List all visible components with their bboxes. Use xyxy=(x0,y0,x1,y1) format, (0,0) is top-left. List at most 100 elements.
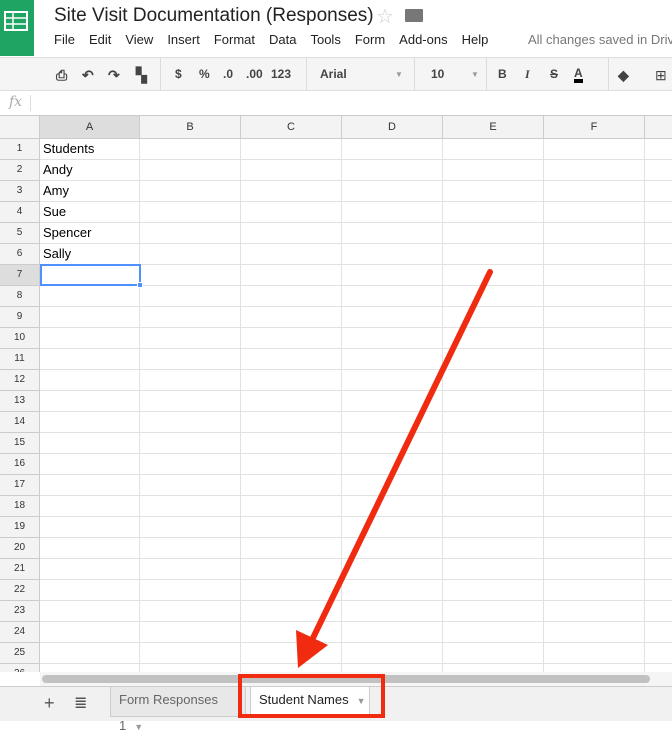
row-header[interactable]: 3 xyxy=(0,181,40,202)
cell[interactable] xyxy=(443,412,544,433)
cell[interactable] xyxy=(544,328,645,349)
cell[interactable] xyxy=(40,328,140,349)
cell[interactable] xyxy=(241,286,342,307)
cell[interactable] xyxy=(645,559,672,580)
menu-insert[interactable]: Insert xyxy=(167,32,200,47)
cell[interactable] xyxy=(544,412,645,433)
cell[interactable] xyxy=(443,454,544,475)
cell[interactable] xyxy=(140,391,241,412)
cell[interactable] xyxy=(342,517,443,538)
cell[interactable] xyxy=(342,664,443,672)
menu-help[interactable]: Help xyxy=(462,32,489,47)
cell[interactable] xyxy=(544,622,645,643)
number-format-button[interactable]: 123 xyxy=(271,67,291,81)
cell[interactable] xyxy=(443,433,544,454)
cell[interactable] xyxy=(140,181,241,202)
cell[interactable] xyxy=(544,559,645,580)
cell[interactable] xyxy=(544,265,645,286)
cell[interactable] xyxy=(342,202,443,223)
all-sheets-icon[interactable]: ≣ xyxy=(74,693,87,713)
cell[interactable] xyxy=(443,517,544,538)
print-icon[interactable]: ⎙ xyxy=(56,67,67,84)
column-header-c[interactable]: C xyxy=(241,116,342,139)
cell[interactable] xyxy=(140,580,241,601)
cell[interactable] xyxy=(443,307,544,328)
cell[interactable] xyxy=(140,307,241,328)
cell[interactable] xyxy=(241,475,342,496)
cell[interactable] xyxy=(544,475,645,496)
cell[interactable] xyxy=(443,601,544,622)
italic-button[interactable]: I xyxy=(525,67,530,82)
chevron-down-icon[interactable]: ▼ xyxy=(471,70,479,79)
cell[interactable] xyxy=(544,454,645,475)
cell[interactable] xyxy=(140,244,241,265)
cell[interactable] xyxy=(645,412,672,433)
cell[interactable] xyxy=(544,370,645,391)
cell[interactable] xyxy=(645,433,672,454)
row-header[interactable]: 12 xyxy=(0,370,40,391)
cell[interactable] xyxy=(140,454,241,475)
cell[interactable] xyxy=(645,223,672,244)
cell[interactable] xyxy=(645,454,672,475)
cell[interactable] xyxy=(241,643,342,664)
row-header[interactable]: 19 xyxy=(0,517,40,538)
cell[interactable] xyxy=(645,286,672,307)
cell[interactable] xyxy=(40,622,140,643)
cell[interactable] xyxy=(140,559,241,580)
cell[interactable] xyxy=(544,160,645,181)
cell[interactable] xyxy=(40,580,140,601)
cell[interactable] xyxy=(342,538,443,559)
sheet-tab-form-responses[interactable]: Form Responses 1 ▼ xyxy=(110,687,246,733)
cell[interactable] xyxy=(40,349,140,370)
cell[interactable] xyxy=(40,433,140,454)
cell[interactable] xyxy=(443,265,544,286)
cell[interactable] xyxy=(140,202,241,223)
cell[interactable] xyxy=(544,349,645,370)
column-header-e[interactable]: E xyxy=(443,116,544,139)
cell[interactable] xyxy=(544,517,645,538)
strikethrough-button[interactable]: S xyxy=(550,67,558,81)
row-header[interactable]: 4 xyxy=(0,202,40,223)
cell[interactable] xyxy=(241,580,342,601)
fill-color-icon[interactable]: ◆ xyxy=(618,67,629,84)
cell[interactable] xyxy=(544,538,645,559)
cell[interactable] xyxy=(241,349,342,370)
cell[interactable] xyxy=(241,517,342,538)
cell[interactable] xyxy=(443,328,544,349)
sheets-logo[interactable] xyxy=(0,0,34,56)
folder-icon[interactable] xyxy=(405,9,423,22)
paint-format-icon[interactable]: ▚ xyxy=(136,67,147,84)
save-status[interactable]: All changes saved in Drive xyxy=(528,32,672,47)
cell[interactable] xyxy=(645,601,672,622)
cell[interactable] xyxy=(241,160,342,181)
cell[interactable] xyxy=(40,601,140,622)
cell[interactable] xyxy=(544,580,645,601)
row-header[interactable]: 22 xyxy=(0,580,40,601)
row-header[interactable]: 5 xyxy=(0,223,40,244)
row-header[interactable]: 21 xyxy=(0,559,40,580)
cell[interactable] xyxy=(645,181,672,202)
cell[interactable] xyxy=(140,601,241,622)
cell[interactable] xyxy=(140,622,241,643)
cell[interactable] xyxy=(140,370,241,391)
cell[interactable] xyxy=(342,454,443,475)
cell[interactable] xyxy=(140,139,241,160)
row-header[interactable]: 1 xyxy=(0,139,40,160)
cell[interactable] xyxy=(241,496,342,517)
cell[interactable] xyxy=(40,559,140,580)
cell[interactable] xyxy=(645,202,672,223)
row-header[interactable]: 17 xyxy=(0,475,40,496)
cell[interactable] xyxy=(443,181,544,202)
percent-button[interactable]: % xyxy=(199,67,210,81)
column-header-f[interactable]: F xyxy=(544,116,645,139)
cell[interactable] xyxy=(241,433,342,454)
decrease-decimal-button[interactable]: .0 xyxy=(223,67,233,81)
cell[interactable]: Students xyxy=(40,139,140,160)
cell[interactable]: Andy xyxy=(40,160,140,181)
cell[interactable] xyxy=(443,538,544,559)
cell[interactable] xyxy=(443,223,544,244)
formula-bar[interactable]: fx xyxy=(0,91,672,116)
cell[interactable] xyxy=(40,664,140,672)
cell[interactable] xyxy=(645,391,672,412)
cell[interactable] xyxy=(342,160,443,181)
